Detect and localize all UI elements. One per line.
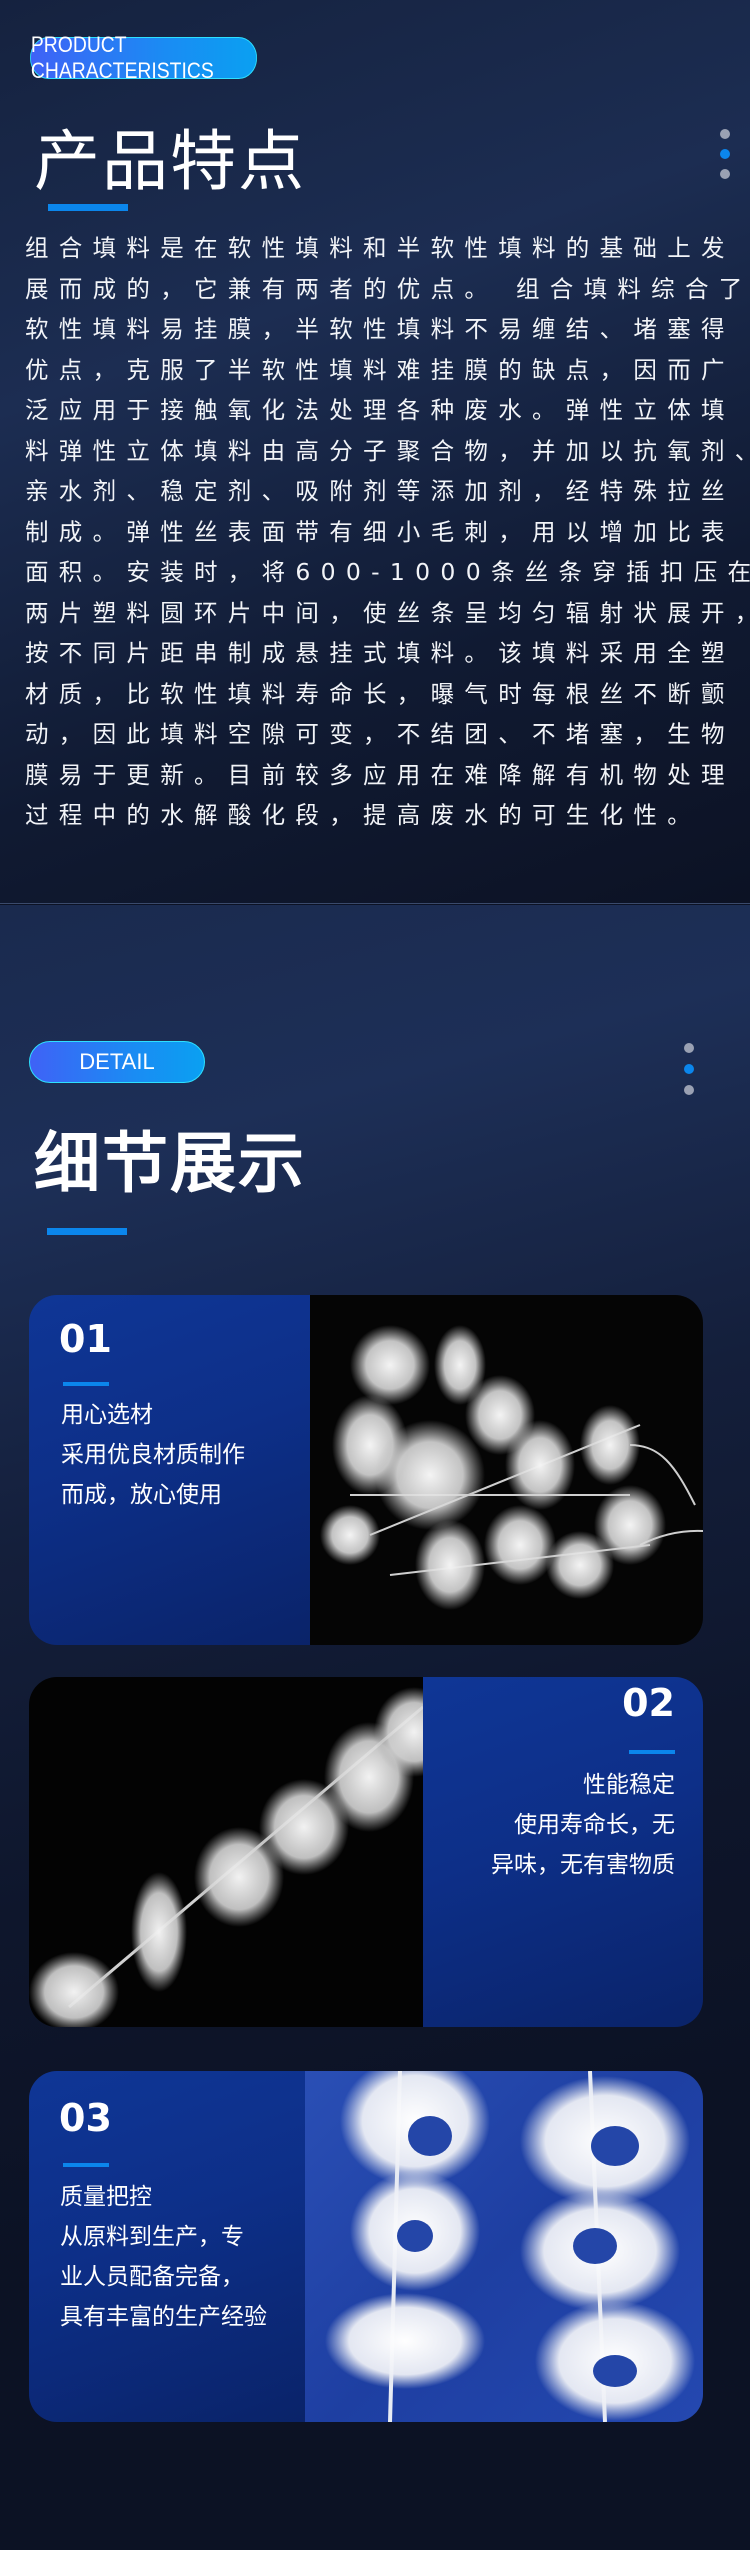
title-underline: [47, 1228, 127, 1235]
detail-title: 细节展示: [34, 1125, 306, 1202]
detail-card-line: 从原料到生产，专: [60, 2224, 244, 2250]
detail-card-line: 具有丰富的生产经验: [60, 2304, 267, 2330]
section-badge-characteristics: PRODUCT CHARACTERISTICS: [30, 32, 258, 83]
detail-card-text-panel: 01 用心选材 采用优良材质制作 而成，放心使用: [29, 1295, 310, 1645]
description-line: 组合填料是在软性填料和半软性填料的基础上发: [25, 234, 735, 262]
pager-dot-active[interactable]: [684, 1064, 694, 1074]
detail-card-01: 01 用心选材 采用优良材质制作 而成，放心使用: [29, 1295, 703, 1645]
description-line: 料弹性立体填料由高分子聚合物，并加以抗氧剂、: [25, 436, 750, 465]
pager-dots: [684, 1043, 694, 1095]
number-underline: [63, 1382, 109, 1386]
detail-card-heading: 性能稳定: [583, 1772, 675, 1798]
detail-card-text: 质量把控 从原料到生产，专 业人员配备完备， 具有丰富的生产经验: [60, 2177, 267, 2337]
description-line: 动，因此填料空隙可变，不结团、不堵塞，生物: [25, 720, 735, 748]
pager-dots: [720, 129, 730, 179]
pager-dot[interactable]: [720, 129, 730, 139]
detail-card-line: 异味，无有害物质: [491, 1852, 675, 1878]
detail-card-text: 用心选材 采用优良材质制作 而成，放心使用: [61, 1395, 245, 1515]
description-line: 优点，克服了半软性填料难挂膜的缺点，因而广: [25, 355, 735, 384]
description-line: 按不同片距串制成悬挂式填料。该填料采用全塑: [25, 639, 735, 667]
number-underline: [63, 2163, 109, 2167]
detail-card-text-panel: 02 性能稳定 使用寿命长，无 异味，无有害物质: [423, 1677, 703, 2027]
detail-card-heading: 用心选材: [61, 1402, 153, 1428]
detail-card-text: 性能稳定 使用寿命长，无 异味，无有害物质: [491, 1765, 675, 1885]
pager-dot[interactable]: [684, 1043, 694, 1053]
detail-card-line: 业人员配备完备，: [60, 2264, 244, 2290]
fiber-strings-on-blue-image: [325, 2071, 695, 2422]
detail-card-number: 02: [622, 1681, 675, 1725]
description-line: 亲水剂、稳定剂、吸附剂等添加剂，经特殊拉丝: [25, 477, 735, 505]
characteristics-description: 组合填料是在软性填料和半软性填料的基础上发 展而成的，它兼有两者的优点。 组合填…: [25, 228, 750, 836]
pager-dot-active[interactable]: [720, 149, 730, 159]
description-line: 材质，比软性填料寿命长，曝气时每根丝不断颤: [25, 679, 735, 708]
section-badge-detail: DETAIL: [29, 1041, 205, 1083]
detail-card-number: 01: [59, 1317, 112, 1361]
detail-card-line: 而成，放心使用: [61, 1482, 222, 1508]
description-line: 膜易于更新。目前较多应用在难降解有机物处理: [25, 760, 735, 789]
characteristics-title: 产品特点: [34, 123, 306, 200]
pager-dot[interactable]: [720, 169, 730, 179]
description-line: 两片塑料圆环片中间，使丝条呈均匀辐射状展开，: [25, 598, 750, 627]
detail-card-03: 03 质量把控 从原料到生产，专 业人员配备完备， 具有丰富的生产经验: [29, 2071, 703, 2422]
description-line: 面积。安装时，将600-1000条丝条穿插扣压在: [25, 558, 750, 586]
detail-card-text-panel: 03 质量把控 从原料到生产，专 业人员配备完备， 具有丰富的生产经验: [29, 2071, 305, 2422]
number-underline: [629, 1750, 675, 1754]
description-line: 过程中的水解酸化段，提高废水的可生化性。: [25, 801, 701, 829]
fiber-string-image: [29, 1687, 423, 2027]
description-line: 制成。弹性丝表面带有细小毛刺，用以增加比表: [25, 517, 735, 546]
fiber-cluster-image: [320, 1325, 703, 1610]
detail-card-number: 03: [59, 2096, 112, 2140]
product-photo: [29, 1677, 423, 2027]
description-line: 泛应用于接触氧化法处理各种废水。弹性立体填: [25, 396, 735, 424]
description-line: 软性填料易挂膜，半软性填料不易缠结、堵塞得: [25, 315, 735, 343]
title-underline: [48, 204, 128, 211]
product-characteristics-section: PRODUCT CHARACTERISTICS 产品特点 组合填料是在软性填料和…: [0, 0, 750, 904]
detail-card-line: 使用寿命长，无: [514, 1812, 675, 1838]
description-line: 展而成的，它兼有两者的优点。 组合填料综合了: [25, 274, 750, 303]
detail-card-heading: 质量把控: [60, 2184, 152, 2210]
product-photo: [310, 1295, 703, 1645]
detail-card-line: 采用优良材质制作: [61, 1442, 245, 1468]
detail-card-02: 02 性能稳定 使用寿命长，无 异味，无有害物质: [29, 1677, 703, 2027]
pager-dot[interactable]: [684, 1085, 694, 1095]
product-photo: [305, 2071, 703, 2422]
